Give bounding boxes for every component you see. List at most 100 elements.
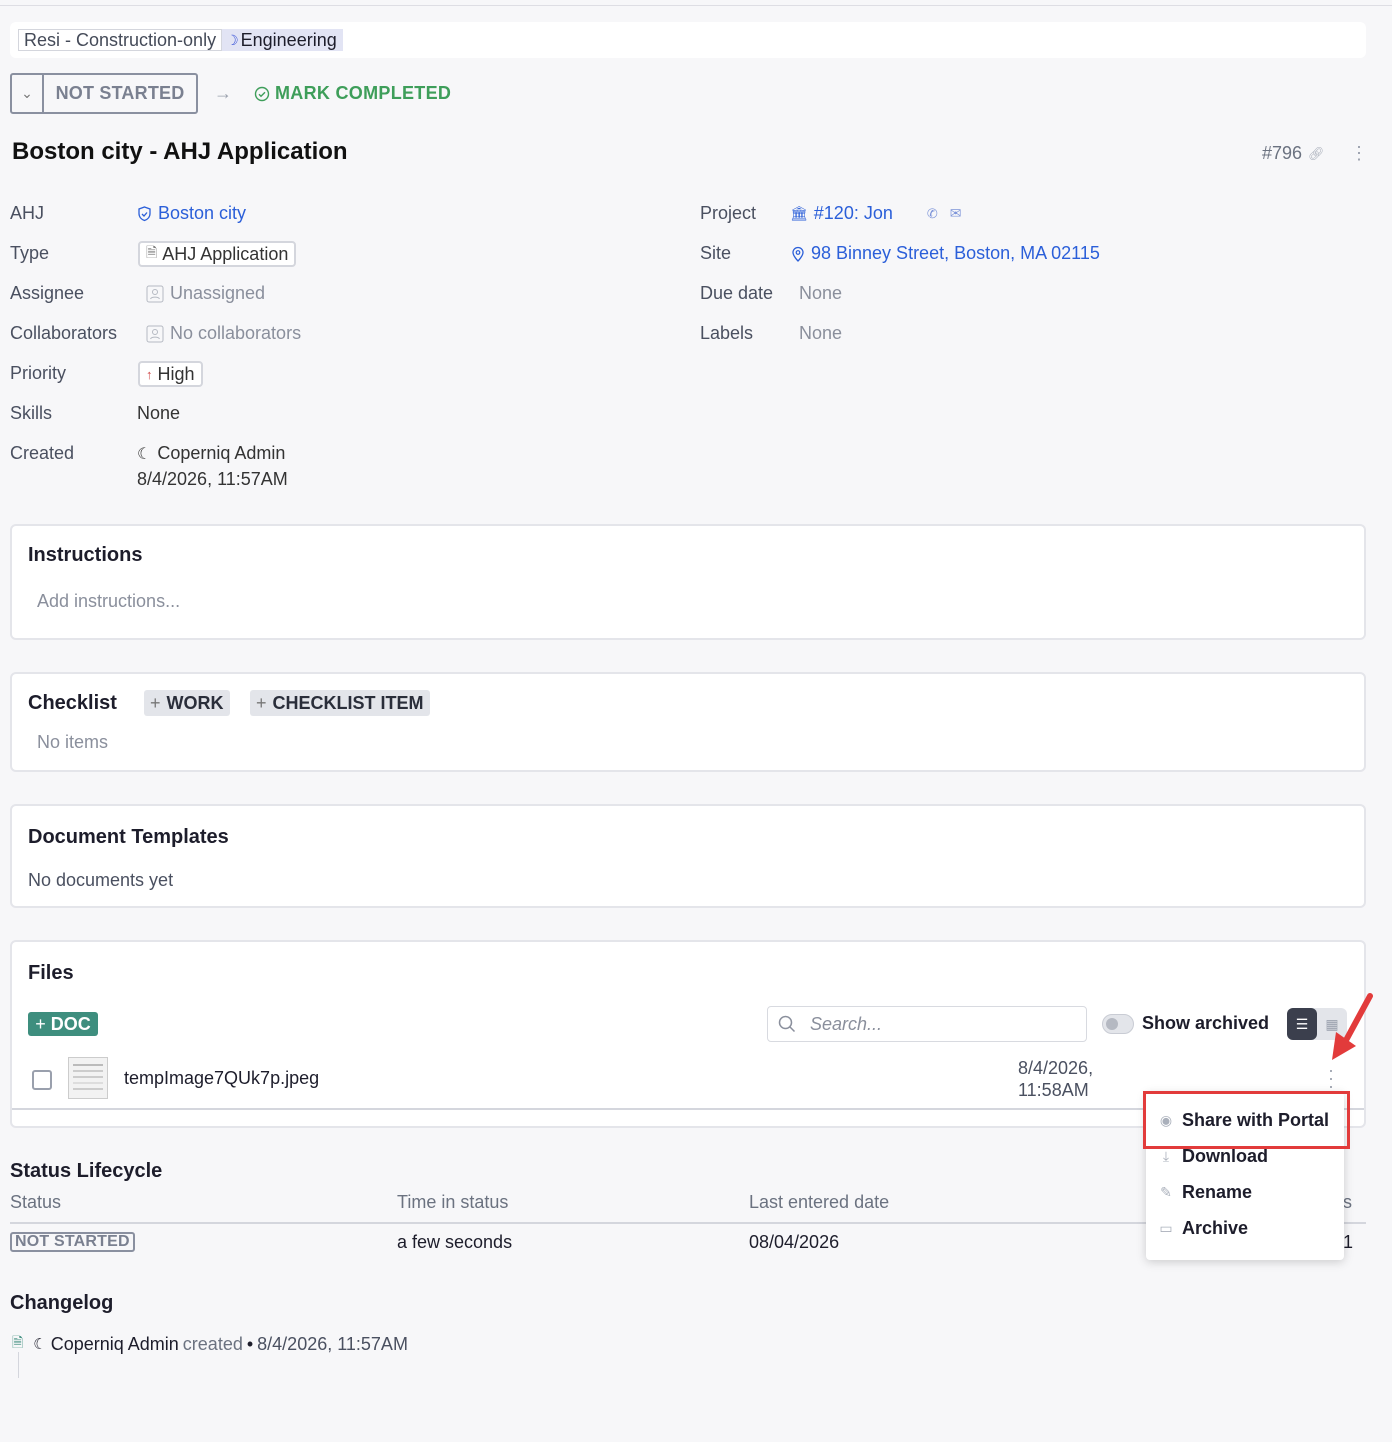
- user-icon: [146, 325, 164, 342]
- labels-label: Labels: [700, 323, 754, 343]
- created-label: Created: [10, 443, 75, 463]
- mark-completed-button[interactable]: MARK COMPLETED: [254, 83, 451, 104]
- user-icon: [146, 285, 164, 302]
- add-doc-label: DOC: [50, 1013, 91, 1034]
- changelog-action: created: [182, 1333, 243, 1354]
- priority-value: High: [157, 363, 195, 384]
- priority-label: Priority: [10, 363, 67, 383]
- lifecycle-date-value: 08/04/2026: [749, 1232, 840, 1252]
- mail-icon[interactable]: ✉: [950, 205, 962, 222]
- page-title: Boston city - AHJ Application: [12, 138, 348, 165]
- files-search-input[interactable]: Search...: [767, 1006, 1087, 1042]
- assignee-value[interactable]: Unassigned: [146, 283, 265, 304]
- file-thumbnail[interactable]: [68, 1057, 108, 1099]
- project-value-label: #120: Jon: [813, 203, 893, 223]
- add-doc-button[interactable]: + DOC: [28, 1012, 98, 1036]
- file-date-time: 11:58AM: [1018, 1080, 1089, 1100]
- document-icon: 🗎︎: [146, 244, 158, 260]
- site-value[interactable]: 98 Binney Street, Boston, MA 02115: [791, 243, 1100, 264]
- ahj-label: AHJ: [10, 203, 45, 223]
- arrow-right-icon: →: [214, 83, 232, 103]
- phone-icon[interactable]: ✆: [927, 206, 938, 222]
- lifecycle-header-time: Time in status: [397, 1192, 509, 1212]
- site-label: Site: [700, 243, 732, 263]
- plus-icon: +: [35, 1013, 46, 1034]
- show-archived-toggle[interactable]: [1102, 1014, 1134, 1034]
- show-archived-label: Show archived: [1142, 1013, 1270, 1033]
- plus-icon: +: [256, 692, 267, 713]
- task-id-label: #796: [1262, 143, 1303, 163]
- status-lifecycle-title: Status Lifecycle: [10, 1160, 163, 1182]
- moon-icon: ☽: [226, 32, 239, 48]
- assignee-label: Assignee: [10, 283, 85, 303]
- scrollbar[interactable]: [1382, 6, 1392, 1442]
- breadcrumb-stage[interactable]: ☽ Engineering: [222, 29, 343, 51]
- created-by-label: Coperniq Admin: [157, 443, 286, 463]
- instructions-input[interactable]: Add instructions...: [37, 591, 180, 612]
- lifecycle-header-status: Status: [10, 1192, 62, 1212]
- task-id[interactable]: #796 🔗︎: [1262, 143, 1325, 164]
- project-label: Project: [700, 203, 757, 223]
- file-checkbox[interactable]: [32, 1070, 52, 1090]
- collaborators-value[interactable]: No collaborators: [146, 323, 301, 344]
- menu-archive-label: Archive: [1182, 1218, 1249, 1238]
- file-date: 8/4/2026, 11:58AM: [1018, 1057, 1118, 1101]
- highlight-box: [1143, 1091, 1350, 1149]
- add-checklist-item-button[interactable]: + CHECKLIST ITEM: [250, 690, 430, 716]
- lifecycle-time-value: a few seconds: [397, 1232, 513, 1252]
- type-value: AHJ Application: [162, 243, 289, 264]
- arrow-up-icon: ↑: [146, 366, 153, 382]
- menu-download[interactable]: ⤓ Download: [1158, 1146, 1268, 1167]
- labels-value[interactable]: None: [799, 323, 842, 344]
- breadcrumb-workflow[interactable]: Resi - Construction-only: [18, 29, 223, 51]
- status-dropdown[interactable]: ⌄ NOT STARTED: [10, 73, 198, 114]
- changelog-author: Coperniq Admin: [50, 1333, 179, 1354]
- download-icon: ⤓: [1162, 1148, 1170, 1164]
- coperniq-logo-icon: ☾: [33, 1336, 47, 1353]
- add-work-button[interactable]: + WORK: [144, 690, 230, 716]
- due-date-value[interactable]: None: [799, 283, 842, 304]
- due-date-label: Due date: [700, 283, 774, 303]
- document-templates-card: Document Templates No documents yet: [10, 804, 1366, 908]
- checklist-card: Checklist + WORK + CHECKLIST ITEM No ite…: [10, 672, 1366, 772]
- search-placeholder: Search...: [810, 1013, 883, 1034]
- pencil-icon: ✎: [1160, 1184, 1172, 1200]
- collaborators-value-label: No collaborators: [170, 323, 302, 343]
- top-border: [0, 0, 1392, 6]
- building-icon: 🏛︎: [790, 205, 808, 221]
- file-name[interactable]: tempImage7QUk7p.jpeg: [124, 1068, 319, 1089]
- menu-rename-label: Rename: [1182, 1182, 1253, 1202]
- lifecycle-header-partial: s: [1343, 1192, 1352, 1212]
- changelog-entry: 🗎︎ ☾ Coperniq Admin created • 8/4/2026, …: [12, 1332, 408, 1356]
- skills-label: Skills: [10, 403, 53, 423]
- status-badge: NOT STARTED: [10, 1232, 135, 1252]
- shield-check-icon: [138, 205, 151, 221]
- file-more-icon[interactable]: · · ·: [1328, 1061, 1334, 1095]
- more-options-icon[interactable]: ⋮: [1350, 144, 1368, 162]
- site-value-label: 98 Binney Street, Boston, MA 02115: [811, 243, 1100, 263]
- skills-value[interactable]: None: [137, 403, 180, 424]
- menu-archive[interactable]: ▭ Archive: [1158, 1218, 1248, 1239]
- red-arrow-annotation: [1332, 993, 1373, 1060]
- instructions-card: Instructions Add instructions...: [10, 524, 1366, 640]
- menu-download-label: Download: [1182, 1146, 1268, 1166]
- ahj-value-label: Boston city: [158, 203, 247, 223]
- list-view-icon[interactable]: ☰: [1287, 1008, 1317, 1040]
- checklist-title: Checklist: [28, 692, 117, 714]
- check-circle-icon: [254, 86, 270, 101]
- breadcrumb-stage-label: Engineering: [240, 30, 337, 50]
- plus-icon: +: [150, 692, 161, 713]
- link-icon[interactable]: 🔗︎: [1308, 146, 1325, 162]
- priority-chip[interactable]: ↑ High: [138, 361, 203, 387]
- ahj-value[interactable]: Boston city: [137, 203, 246, 224]
- chevron-down-icon: ⌄: [12, 75, 44, 112]
- document-templates-empty: No documents yet: [28, 870, 174, 890]
- created-by: ☾ Coperniq Admin: [137, 443, 285, 464]
- assignee-value-label: Unassigned: [170, 283, 266, 303]
- add-checklist-item-label: CHECKLIST ITEM: [272, 692, 424, 713]
- instructions-title: Instructions: [28, 544, 143, 566]
- type-chip[interactable]: 🗎︎ AHJ Application: [138, 241, 297, 267]
- created-date: 8/4/2026, 11:57AM: [137, 469, 288, 489]
- project-value[interactable]: 🏛︎ #120: Jon ✆ ✉: [790, 203, 962, 224]
- menu-rename[interactable]: ✎ Rename: [1158, 1182, 1252, 1203]
